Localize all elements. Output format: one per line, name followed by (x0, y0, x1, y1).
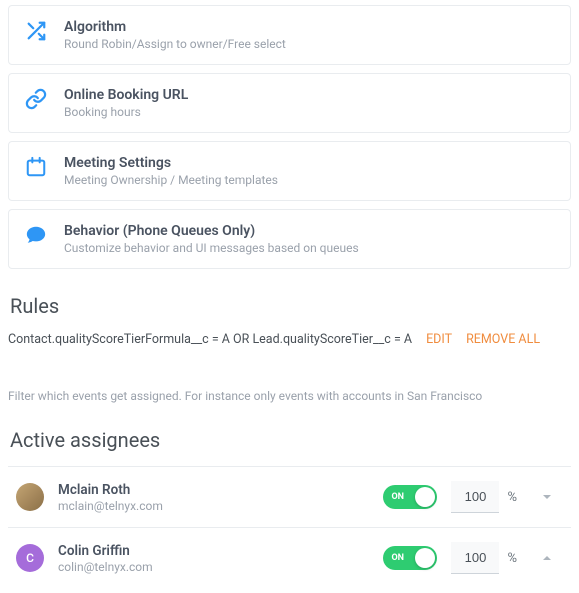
card-behavior[interactable]: Behavior (Phone Queues Only) Customize b… (8, 209, 571, 269)
card-title: Algorithm (64, 19, 555, 35)
chevron-down-icon[interactable] (531, 491, 563, 503)
assignee-toggle[interactable]: ON (383, 485, 437, 509)
toggle-knob (415, 487, 435, 507)
card-body: Algorithm Round Robin/Assign to owner/Fr… (64, 19, 555, 51)
card-body: Meeting Settings Meeting Ownership / Mee… (64, 155, 555, 187)
assignee-toggle[interactable]: ON (383, 546, 437, 570)
remove-all-link[interactable]: REMOVE ALL (466, 332, 540, 347)
card-body: Behavior (Phone Queues Only) Customize b… (64, 223, 555, 255)
rule-expression: Contact.qualityScoreTierFormula__c = A O… (8, 332, 412, 347)
assignee-list: Mclain Roth mclain@telnyx.com ON % C Col… (8, 466, 571, 588)
card-subtitle: Customize behavior and UI messages based… (64, 241, 555, 255)
shuffle-icon (24, 19, 48, 43)
rule-row: Contact.qualityScoreTierFormula__c = A O… (8, 332, 571, 347)
rules-help-text: Filter which events get assigned. For in… (8, 389, 571, 403)
percent-input[interactable] (451, 481, 499, 513)
percent-wrap: % (451, 481, 517, 513)
toggle-knob (415, 548, 435, 568)
assignee-info: Colin Griffin colin@telnyx.com (58, 543, 369, 574)
card-algorithm[interactable]: Algorithm Round Robin/Assign to owner/Fr… (8, 5, 571, 65)
card-subtitle: Round Robin/Assign to owner/Free select (64, 37, 555, 51)
percent-sign: % (507, 551, 517, 566)
assignee-name: Mclain Roth (58, 482, 369, 498)
assignee-email: colin@telnyx.com (58, 560, 369, 574)
percent-sign: % (507, 490, 517, 505)
percent-wrap: % (451, 542, 517, 574)
card-title: Meeting Settings (64, 155, 555, 171)
percent-input[interactable] (451, 542, 499, 574)
assignee-row: C Colin Griffin colin@telnyx.com ON % (8, 527, 571, 588)
card-title: Behavior (Phone Queues Only) (64, 223, 555, 239)
link-icon (24, 87, 48, 111)
chevron-up-icon[interactable] (531, 552, 563, 564)
comment-icon (24, 223, 48, 247)
avatar (16, 483, 44, 511)
rules-heading: Rules (10, 294, 569, 318)
assignee-info: Mclain Roth mclain@telnyx.com (58, 482, 369, 513)
card-title: Online Booking URL (64, 87, 555, 103)
toggle-on-label: ON (391, 553, 404, 563)
card-subtitle: Booking hours (64, 105, 555, 119)
calendar-icon (24, 155, 48, 179)
avatar: C (16, 544, 44, 572)
edit-rule-link[interactable]: EDIT (426, 332, 452, 347)
toggle-on-label: ON (391, 492, 404, 502)
card-subtitle: Meeting Ownership / Meeting templates (64, 173, 555, 187)
card-online-booking[interactable]: Online Booking URL Booking hours (8, 73, 571, 133)
card-body: Online Booking URL Booking hours (64, 87, 555, 119)
assignee-name: Colin Griffin (58, 543, 369, 559)
assignees-heading: Active assignees (10, 428, 569, 452)
assignee-email: mclain@telnyx.com (58, 499, 369, 513)
card-meeting-settings[interactable]: Meeting Settings Meeting Ownership / Mee… (8, 141, 571, 201)
assignee-row: Mclain Roth mclain@telnyx.com ON % (8, 466, 571, 527)
